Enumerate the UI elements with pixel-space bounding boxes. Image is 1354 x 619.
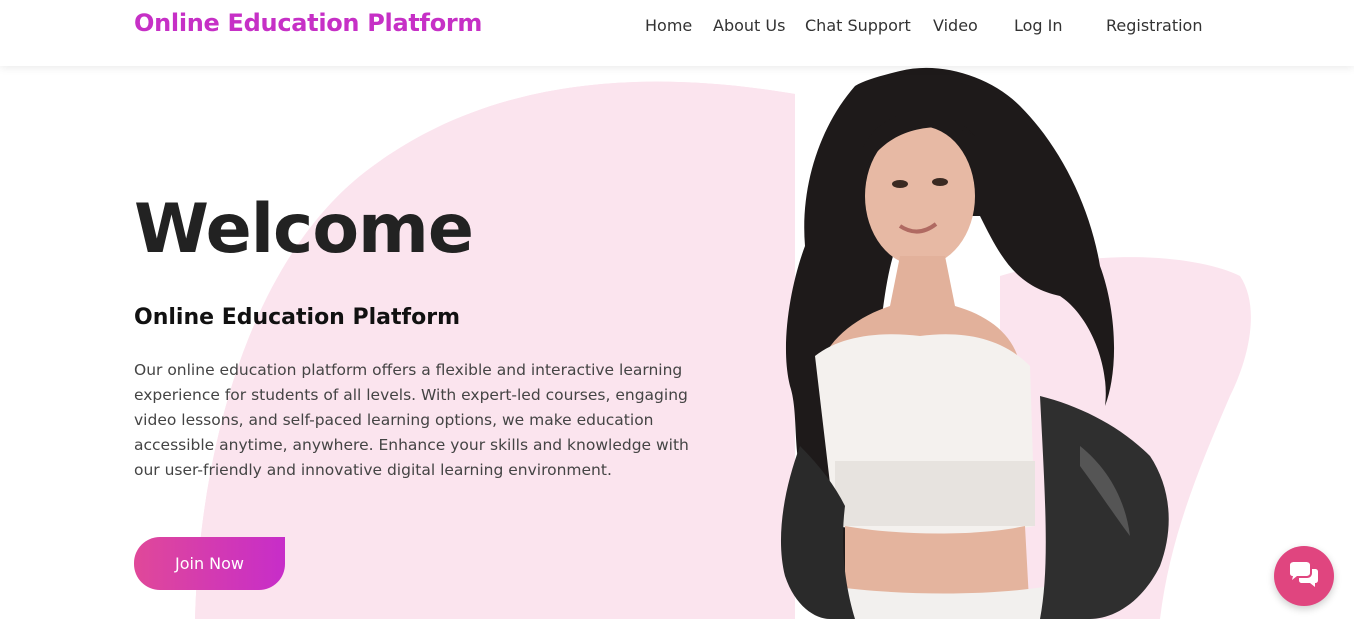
nav-link-about-us[interactable]: About Us [713, 16, 785, 35]
nav-link-home[interactable]: Home [645, 16, 692, 35]
person-lace-band [835, 461, 1035, 526]
join-now-button[interactable]: Join Now [134, 537, 285, 590]
hero-subtitle: Online Education Platform [134, 305, 460, 330]
chat-bubbles-icon [1290, 562, 1318, 587]
hero-title: Welcome [134, 190, 474, 269]
hero-description: Our online education platform offers a f… [134, 361, 689, 479]
nav-link-log-in[interactable]: Log In [1014, 16, 1063, 35]
person-eye-left [892, 180, 908, 188]
nav-link-chat-support[interactable]: Chat Support [805, 16, 911, 35]
brand-logo-link[interactable]: Online Education Platform [134, 9, 482, 37]
person-eye-right [932, 178, 948, 186]
nav-link-video[interactable]: Video [933, 16, 978, 35]
person-jacket-right [1040, 396, 1169, 619]
nav-link-registration[interactable]: Registration [1106, 16, 1202, 35]
hero-person-image [780, 67, 1169, 619]
chat-support-button[interactable] [1274, 546, 1334, 606]
top-navbar: Online Education Platform Home About Us … [0, 0, 1354, 66]
